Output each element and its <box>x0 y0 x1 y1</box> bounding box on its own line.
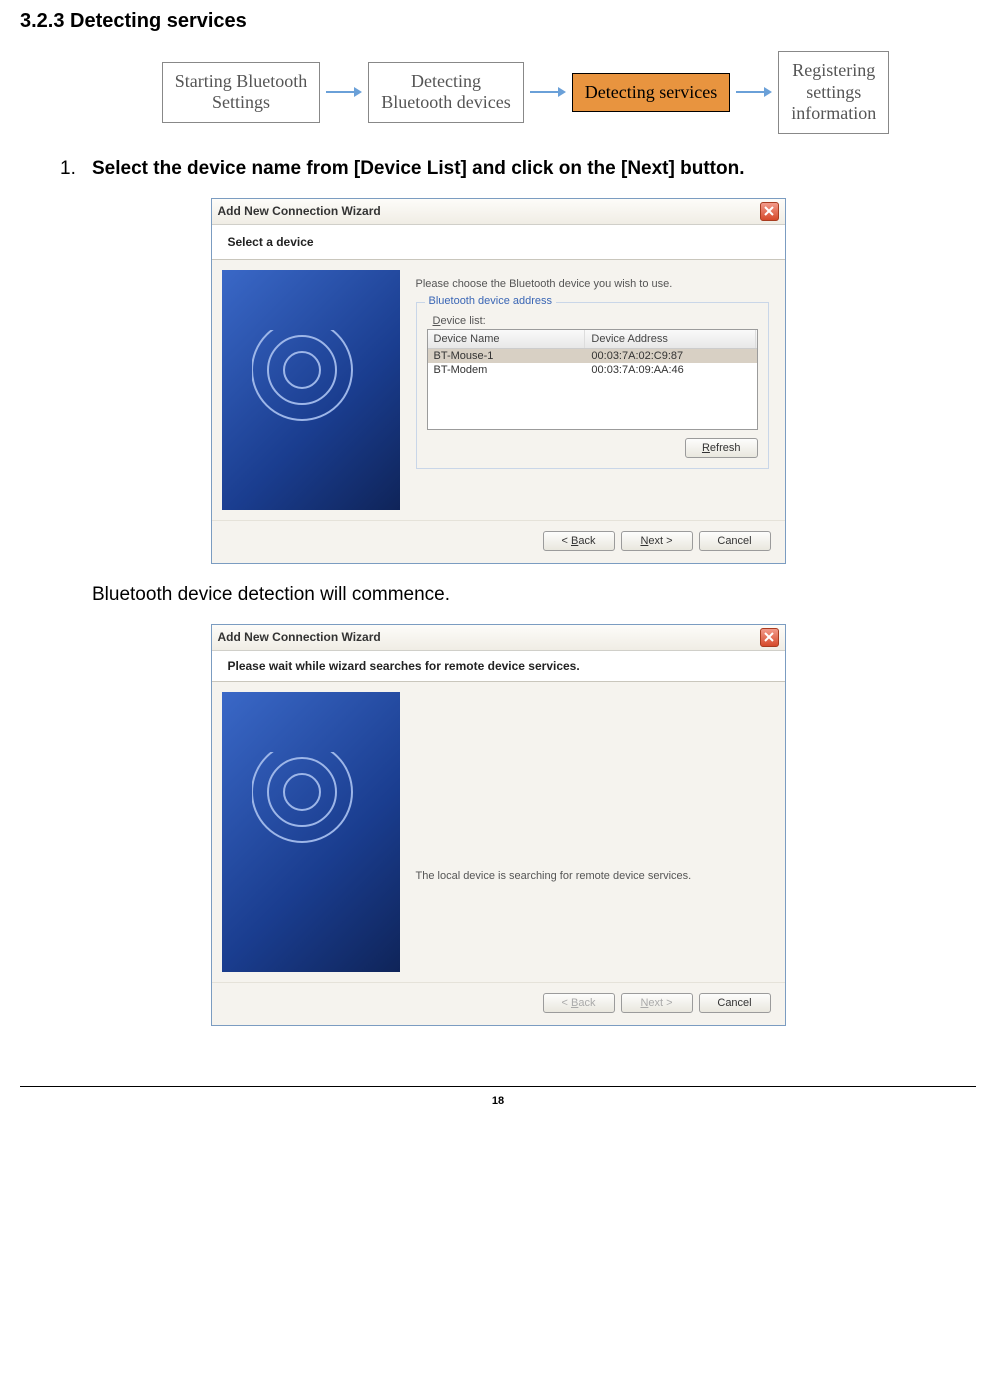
titlebar: Add New Connection Wizard <box>212 199 785 225</box>
button-bar: < Back Next > Cancel <box>212 982 785 1025</box>
fieldset-legend: Bluetooth device address <box>425 295 557 307</box>
next-button[interactable]: Next > <box>621 531 693 551</box>
device-row[interactable]: BT-Modem 00:03:7A:09:AA:46 <box>428 363 757 377</box>
dialog-content: Please choose the Bluetooth device you w… <box>212 260 785 520</box>
next-button: Next > <box>621 993 693 1013</box>
dialog-right-pane: Please choose the Bluetooth device you w… <box>410 260 785 520</box>
step-1: 1. Select the device name from [Device L… <box>60 158 976 180</box>
device-name-cell: BT-Mouse-1 <box>428 349 586 363</box>
dialog-content: The local device is searching for remote… <box>212 682 785 982</box>
cancel-button[interactable]: Cancel <box>699 993 771 1013</box>
device-name-cell: BT-Modem <box>428 363 586 377</box>
wizard-side-image <box>222 270 400 510</box>
device-addr-cell: 00:03:7A:02:C9:87 <box>585 349 756 363</box>
wizard-side-image <box>222 692 400 972</box>
refresh-button[interactable]: Refresh <box>685 438 758 458</box>
wizard-dialog-searching: Add New Connection Wizard Please wait wh… <box>211 624 786 1026</box>
device-row[interactable]: BT-Mouse-1 00:03:7A:02:C9:87 <box>428 349 757 363</box>
col-device-name: Device Name <box>428 330 586 348</box>
cancel-button[interactable]: Cancel <box>699 531 771 551</box>
arrow-icon <box>730 85 778 99</box>
flow-step-2: Detecting Bluetooth devices <box>368 62 523 123</box>
flow-diagram: Starting Bluetooth Settings Detecting Bl… <box>75 51 976 134</box>
section-heading: 3.2.3 Detecting services <box>20 10 976 33</box>
col-device-address: Device Address <box>585 330 756 348</box>
device-list-label: Device list: <box>433 315 758 327</box>
close-button[interactable] <box>760 202 779 221</box>
wizard-dialog-select-device: Add New Connection Wizard Select a devic… <box>211 198 786 564</box>
back-button[interactable]: < Back <box>543 531 615 551</box>
arrow-icon <box>524 85 572 99</box>
device-address-fieldset: Bluetooth device address Device list: De… <box>416 302 769 469</box>
dialog-right-pane: The local device is searching for remote… <box>410 682 785 982</box>
page-footer: 18 <box>20 1086 976 1107</box>
dialog-banner: Please wait while wizard searches for re… <box>212 651 785 682</box>
button-bar: < Back Next > Cancel <box>212 520 785 563</box>
prompt-text: Please choose the Bluetooth device you w… <box>416 278 769 290</box>
arrow-icon <box>320 85 368 99</box>
device-list-header: Device Name Device Address <box>428 330 757 349</box>
dialog-banner: Select a device <box>212 225 785 260</box>
device-addr-cell: 00:03:7A:09:AA:46 <box>585 363 756 377</box>
caption-text: Bluetooth device detection will commence… <box>92 584 976 606</box>
step-number: 1. <box>60 158 82 180</box>
searching-message: The local device is searching for remote… <box>416 700 769 972</box>
titlebar: Add New Connection Wizard <box>212 625 785 651</box>
page-number: 18 <box>492 1095 504 1107</box>
flow-step-3: Detecting services <box>572 73 730 113</box>
step-text: Select the device name from [Device List… <box>92 158 744 180</box>
device-list[interactable]: Device Name Device Address BT-Mouse-1 00… <box>427 329 758 430</box>
flow-step-1: Starting Bluetooth Settings <box>162 62 321 123</box>
back-button: < Back <box>543 993 615 1013</box>
flow-step-4: Registering settings information <box>778 51 889 134</box>
dialog-title: Add New Connection Wizard <box>218 204 381 218</box>
close-button[interactable] <box>760 628 779 647</box>
dialog-title: Add New Connection Wizard <box>218 630 381 644</box>
